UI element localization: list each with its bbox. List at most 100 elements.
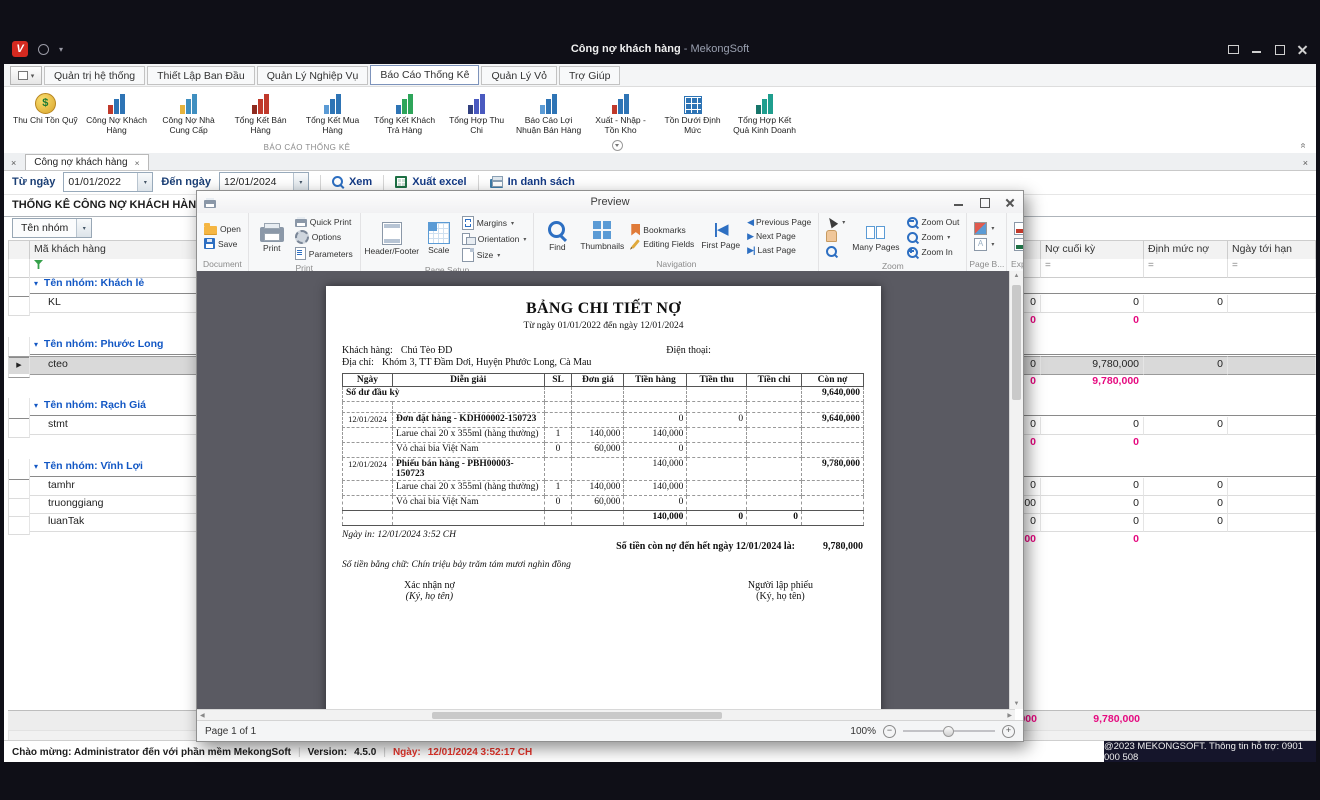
to-date-label: Đến ngày [161,176,211,188]
ngay-toi-han-header[interactable]: Ngày tới hạn [1228,240,1316,260]
editing-fields-button[interactable]: Editing Fields [629,238,696,250]
options-button[interactable]: Options [293,229,355,245]
dinh-muc-no-header[interactable]: Định mức nợ [1144,240,1228,260]
record-icon[interactable] [38,44,49,55]
bookmarks-button[interactable]: Bookmarks [629,223,696,237]
ribbon-collapse-icon[interactable]: « [1298,143,1309,149]
ribbon-item[interactable]: Tổng Kết Mua Hàng [297,90,369,144]
document-tab[interactable]: Công nợ khách hàng × [25,154,148,170]
print-button[interactable]: Print [254,221,290,254]
ribbon-tab[interactable]: Báo Cáo Thống Kê [370,65,479,85]
minimize-icon[interactable] [1249,43,1264,56]
watermark-icon [974,238,987,251]
group-selector[interactable]: Tên nhóm ▾ [12,218,92,238]
no-cuoi-ky-header[interactable]: Nợ cuối kỳ [1041,240,1144,260]
ribbon-tab[interactable]: Quản Lý Nghiệp Vụ [257,66,369,85]
tab-close-icon[interactable]: × [135,158,140,168]
debt-table-header: Tiền thu [687,374,747,387]
ribbon-item[interactable]: Tổng Hợp Thu Chi [441,90,513,144]
scroll-left-icon[interactable]: ◀ [200,712,205,719]
collapse-icon[interactable]: ▾ [34,462,38,471]
horizontal-scroll-thumb[interactable] [432,712,722,719]
remaining-label: Số tiền còn nợ đến hết ngày 12/01/2024 l… [616,541,795,552]
header-footer-button[interactable]: Header/Footer [366,221,418,257]
magnifier-tool-button[interactable] [824,244,847,258]
screen: V ▾ Công nợ khách hàng - MekongSoft ▾ Qu… [0,0,1320,800]
send-document-button[interactable]: ▾ [1012,237,1023,252]
preview-titlebar[interactable]: Preview [197,191,1023,214]
ribbon-tab[interactable]: Quản trị hệ thống [44,66,145,85]
export-document-button[interactable]: ▾ [1012,221,1023,236]
page-color-button[interactable]: ▾ [972,221,996,236]
first-page-button[interactable]: |◀First Page [699,221,742,251]
next-page-button[interactable]: ▶Next Page [745,230,813,243]
close-all-tabs-icon[interactable]: × [4,158,23,170]
to-date-dropdown-icon[interactable]: ▾ [293,173,308,191]
quickaccess-dropdown-icon[interactable]: ▾ [59,45,63,54]
app-menu-button[interactable]: ▾ [10,66,42,85]
chart-icon [756,91,773,114]
ribbon-tab[interactable]: Thiết Lập Ban Đầu [147,66,255,85]
maximize-icon[interactable] [1272,43,1287,56]
ribbon-item[interactable]: $Thu Chi Tồn Quỹ [10,90,81,144]
zoom-out-button[interactable]: Zoom Out [905,215,962,229]
view-button[interactable]: Xem [332,176,372,188]
preview-minimize-icon[interactable] [945,194,971,211]
ribbon-item[interactable]: Báo Cáo Lợi Nhuận Bán Hàng [513,90,585,144]
watermark-button[interactable]: ▾ [972,237,996,252]
export-excel-button[interactable]: Xuất excel [395,176,466,188]
app-status-bar: Chào mừng: Administrator đến với phần mề… [4,740,1316,762]
zoom-button[interactable]: Zoom▾ [905,230,962,244]
thumbnails-button[interactable]: Thumbnails [578,219,626,252]
ribbon-item[interactable]: Xuất - Nhập - Tồn Kho [585,90,657,144]
collapse-icon[interactable]: ▾ [34,401,38,410]
hand-tool-button[interactable] [824,229,847,243]
zoom-slider[interactable] [903,730,995,732]
from-date-dropdown-icon[interactable]: ▾ [137,173,152,191]
zoom-out-icon[interactable]: − [883,725,896,738]
ribbon-tab[interactable]: Quản Lý Vỏ [481,66,556,85]
preview-close-icon[interactable] [997,194,1023,211]
last-page-button[interactable]: ▶|Last Page [745,244,813,257]
margins-button[interactable]: Margins▾ [460,215,529,231]
tabbar-close-icon[interactable]: × [1295,158,1316,170]
fullscreen-icon[interactable] [1226,43,1241,56]
scale-button[interactable]: Scale [421,221,457,256]
ribbon-tab[interactable]: Trợ Giúp [559,66,621,85]
open-button[interactable]: Open [202,222,243,236]
parameters-button[interactable]: Parameters [293,246,355,261]
previous-page-button[interactable]: ◀Previous Page [745,216,813,229]
print-list-button[interactable]: In danh sách [490,176,575,188]
zoom-in-button[interactable]: Zoom In [905,245,962,259]
save-button[interactable]: Save [202,237,243,250]
find-button[interactable]: Find [539,219,575,253]
to-date-input[interactable]: 12/01/2024 ▾ [219,172,309,192]
group-dialog-launcher-icon[interactable] [612,140,623,151]
pointer-tool-button[interactable]: ▾ [824,216,847,228]
scroll-up-icon[interactable]: ▲ [1014,273,1020,279]
ribbon-item[interactable]: Công Nợ Nhà Cung Cấp [153,90,225,144]
scroll-right-icon[interactable]: ▶ [1007,712,1012,719]
group-selector-dropdown-icon[interactable]: ▾ [76,219,91,237]
ribbon-item[interactable]: Tổng Hợp Kết Quả Kinh Doanh [729,90,801,144]
scroll-down-icon[interactable]: ▼ [1014,701,1020,707]
quick-print-button[interactable]: Quick Print [293,215,355,228]
orientation-button[interactable]: Orientation▾ [460,232,529,246]
ribbon-item[interactable]: Công Nợ Khách Hàng [81,90,153,144]
ribbon-item[interactable]: Tổng Kết Khách Trả Hàng [369,90,441,144]
preview-maximize-icon[interactable] [971,194,997,211]
zoom-in-icon[interactable]: + [1002,725,1015,738]
vertical-scroll-thumb[interactable] [1012,285,1021,400]
collapse-icon[interactable]: ▾ [34,340,38,349]
size-button[interactable]: Size▾ [460,247,529,263]
ribbon-item[interactable]: Tồn Dưới Định Mức [657,90,729,144]
debt-table-row [343,402,864,413]
from-date-input[interactable]: 01/01/2022 ▾ [63,172,153,192]
ribbon-item[interactable]: Tổng Kết Bán Hàng [225,90,297,144]
page-color-icon [974,222,987,235]
many-pages-button[interactable]: Many Pages [850,221,901,253]
close-icon[interactable] [1295,43,1310,56]
collapse-icon[interactable]: ▾ [34,279,38,288]
zoom-slider-thumb[interactable] [943,726,954,737]
preview-vertical-scrollbar[interactable]: ▲ ▼ [1009,271,1023,709]
